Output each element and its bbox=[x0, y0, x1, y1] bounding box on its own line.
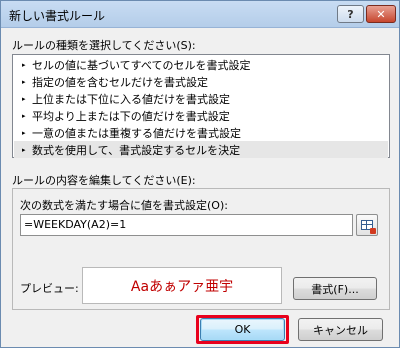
dialog-title: 新しい書式ルール bbox=[9, 9, 106, 23]
range-arrow-icon bbox=[370, 228, 376, 234]
rule-type-item[interactable]: ▸ 平均より上または下の値だけを書式設定 bbox=[14, 107, 388, 124]
rule-description-label: ルールの内容を編集してください(E): bbox=[12, 174, 196, 187]
rule-type-item-label: 一意の値または重複する値だけを書式設定 bbox=[32, 126, 241, 140]
formula-input[interactable]: =WEEKDAY(A2)=1 bbox=[20, 214, 353, 236]
close-icon: ✕ bbox=[376, 7, 386, 21]
format-button[interactable]: 書式(F)... bbox=[293, 277, 377, 300]
bullet-triangle-icon: ▸ bbox=[22, 94, 26, 103]
help-icon: ? bbox=[347, 7, 354, 21]
preview-box: Aaあぁアァ亜宇 bbox=[82, 267, 282, 304]
rule-type-item[interactable]: ▸ セルの値に基づいてすべてのセルを書式設定 bbox=[14, 56, 388, 73]
rule-type-item-label: セルの値に基づいてすべてのセルを書式設定 bbox=[32, 58, 251, 72]
new-formatting-rule-dialog: 新しい書式ルール ? ✕ ルールの種類を選択してください(S): ▸ セルの値に… bbox=[0, 0, 400, 348]
help-button[interactable]: ? bbox=[337, 5, 364, 23]
bullet-triangle-icon: ▸ bbox=[22, 111, 26, 120]
cancel-button-label: キャンセル bbox=[313, 323, 368, 337]
preview-sample-text: Aaあぁアァ亜宇 bbox=[130, 278, 234, 295]
rule-type-item[interactable]: ▸ 指定の値を含むセルだけを書式設定 bbox=[14, 73, 388, 90]
ok-button[interactable]: OK bbox=[200, 318, 285, 341]
rule-type-list[interactable]: ▸ セルの値に基づいてすべてのセルを書式設定 ▸ 指定の値を含むセルだけを書式設… bbox=[12, 54, 390, 158]
bullet-triangle-icon: ▸ bbox=[22, 77, 26, 86]
rule-type-item-label: 数式を使用して、書式設定するセルを決定 bbox=[32, 143, 241, 157]
rule-type-item-label: 指定の値を含むセルだけを書式設定 bbox=[32, 75, 208, 89]
rule-type-item-label: 平均より上または下の値だけを書式設定 bbox=[32, 109, 230, 123]
rule-type-item-label: 上位または下位に入る値だけを書式設定 bbox=[32, 92, 230, 106]
format-button-label: 書式(F)... bbox=[311, 282, 359, 296]
rule-type-label: ルールの種類を選択してください(S): bbox=[12, 39, 196, 52]
rule-type-item[interactable]: ▸ 一意の値または重複する値だけを書式設定 bbox=[14, 124, 388, 141]
close-button[interactable]: ✕ bbox=[366, 5, 396, 23]
title-bar[interactable]: 新しい書式ルール ? ✕ bbox=[1, 1, 399, 28]
range-picker-button[interactable] bbox=[356, 214, 378, 236]
bullet-triangle-icon: ▸ bbox=[22, 60, 26, 69]
preview-label: プレビュー: bbox=[20, 282, 79, 295]
cancel-button[interactable]: キャンセル bbox=[298, 318, 383, 341]
rule-type-item-selected[interactable]: ▸ 数式を使用して、書式設定するセルを決定 bbox=[14, 141, 388, 158]
bullet-triangle-icon: ▸ bbox=[22, 145, 26, 154]
formula-label: 次の数式を満たす場合に値を書式設定(O): bbox=[20, 199, 228, 212]
bullet-triangle-icon: ▸ bbox=[22, 128, 26, 137]
rule-type-item[interactable]: ▸ 上位または下位に入る値だけを書式設定 bbox=[14, 90, 388, 107]
ok-button-label: OK bbox=[234, 323, 251, 336]
